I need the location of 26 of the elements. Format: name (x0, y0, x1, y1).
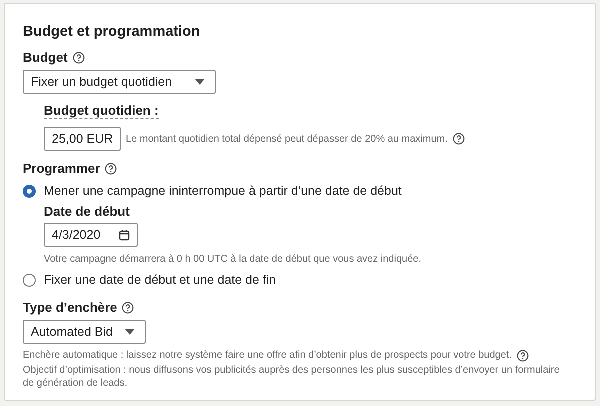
caret-icon (195, 79, 205, 85)
hint-text: Objectif d’optimisation : nous diffusons vos publicités auprès des personnes les plus susceptibles d’envoyer un formulaire de génération de leads. (23, 364, 561, 390)
radio-button[interactable] (23, 274, 36, 286)
help-icon[interactable] (72, 52, 85, 64)
field-label: Programmer (23, 161, 100, 177)
hint-text: Le montant quotidien total dépensé peut dépasser de 20% au maximum. (126, 132, 448, 146)
radio-button[interactable] (23, 184, 36, 198)
help-icon[interactable] (452, 133, 465, 145)
hint-text: Votre campagne démarrera à 0 h 00 UTC à la date de début que vous avez indiquée. (44, 253, 422, 266)
section-title: Budget et programmation (23, 23, 202, 41)
field-label: Date de début (44, 204, 131, 220)
radio-label: Mener une campagne ininterrompue à partir d’une date de début (44, 183, 402, 199)
amount-input[interactable]: 25,00 EUR (44, 127, 121, 151)
caret-icon (125, 329, 135, 335)
radio-label: Fixer une date de début et une date de fin (44, 272, 276, 288)
help-icon[interactable] (517, 350, 529, 362)
field-label: Budget (23, 50, 68, 66)
hint-text: Enchère automatique : laissez notre système faire une offre afin d’obtenir plus de prospects pour votre budget. (23, 349, 512, 362)
calendar-icon[interactable] (119, 230, 130, 240)
field-label: Budget quotidien : (44, 103, 159, 119)
dropdown[interactable]: Fixer un budget quotidien (23, 70, 216, 94)
dropdown[interactable]: Automated Bid (23, 320, 146, 344)
help-icon[interactable] (105, 163, 118, 175)
help-icon[interactable] (122, 302, 134, 314)
field-label: Type d’enchère (23, 300, 118, 316)
date-input[interactable]: 4/3/2020 (44, 223, 138, 247)
